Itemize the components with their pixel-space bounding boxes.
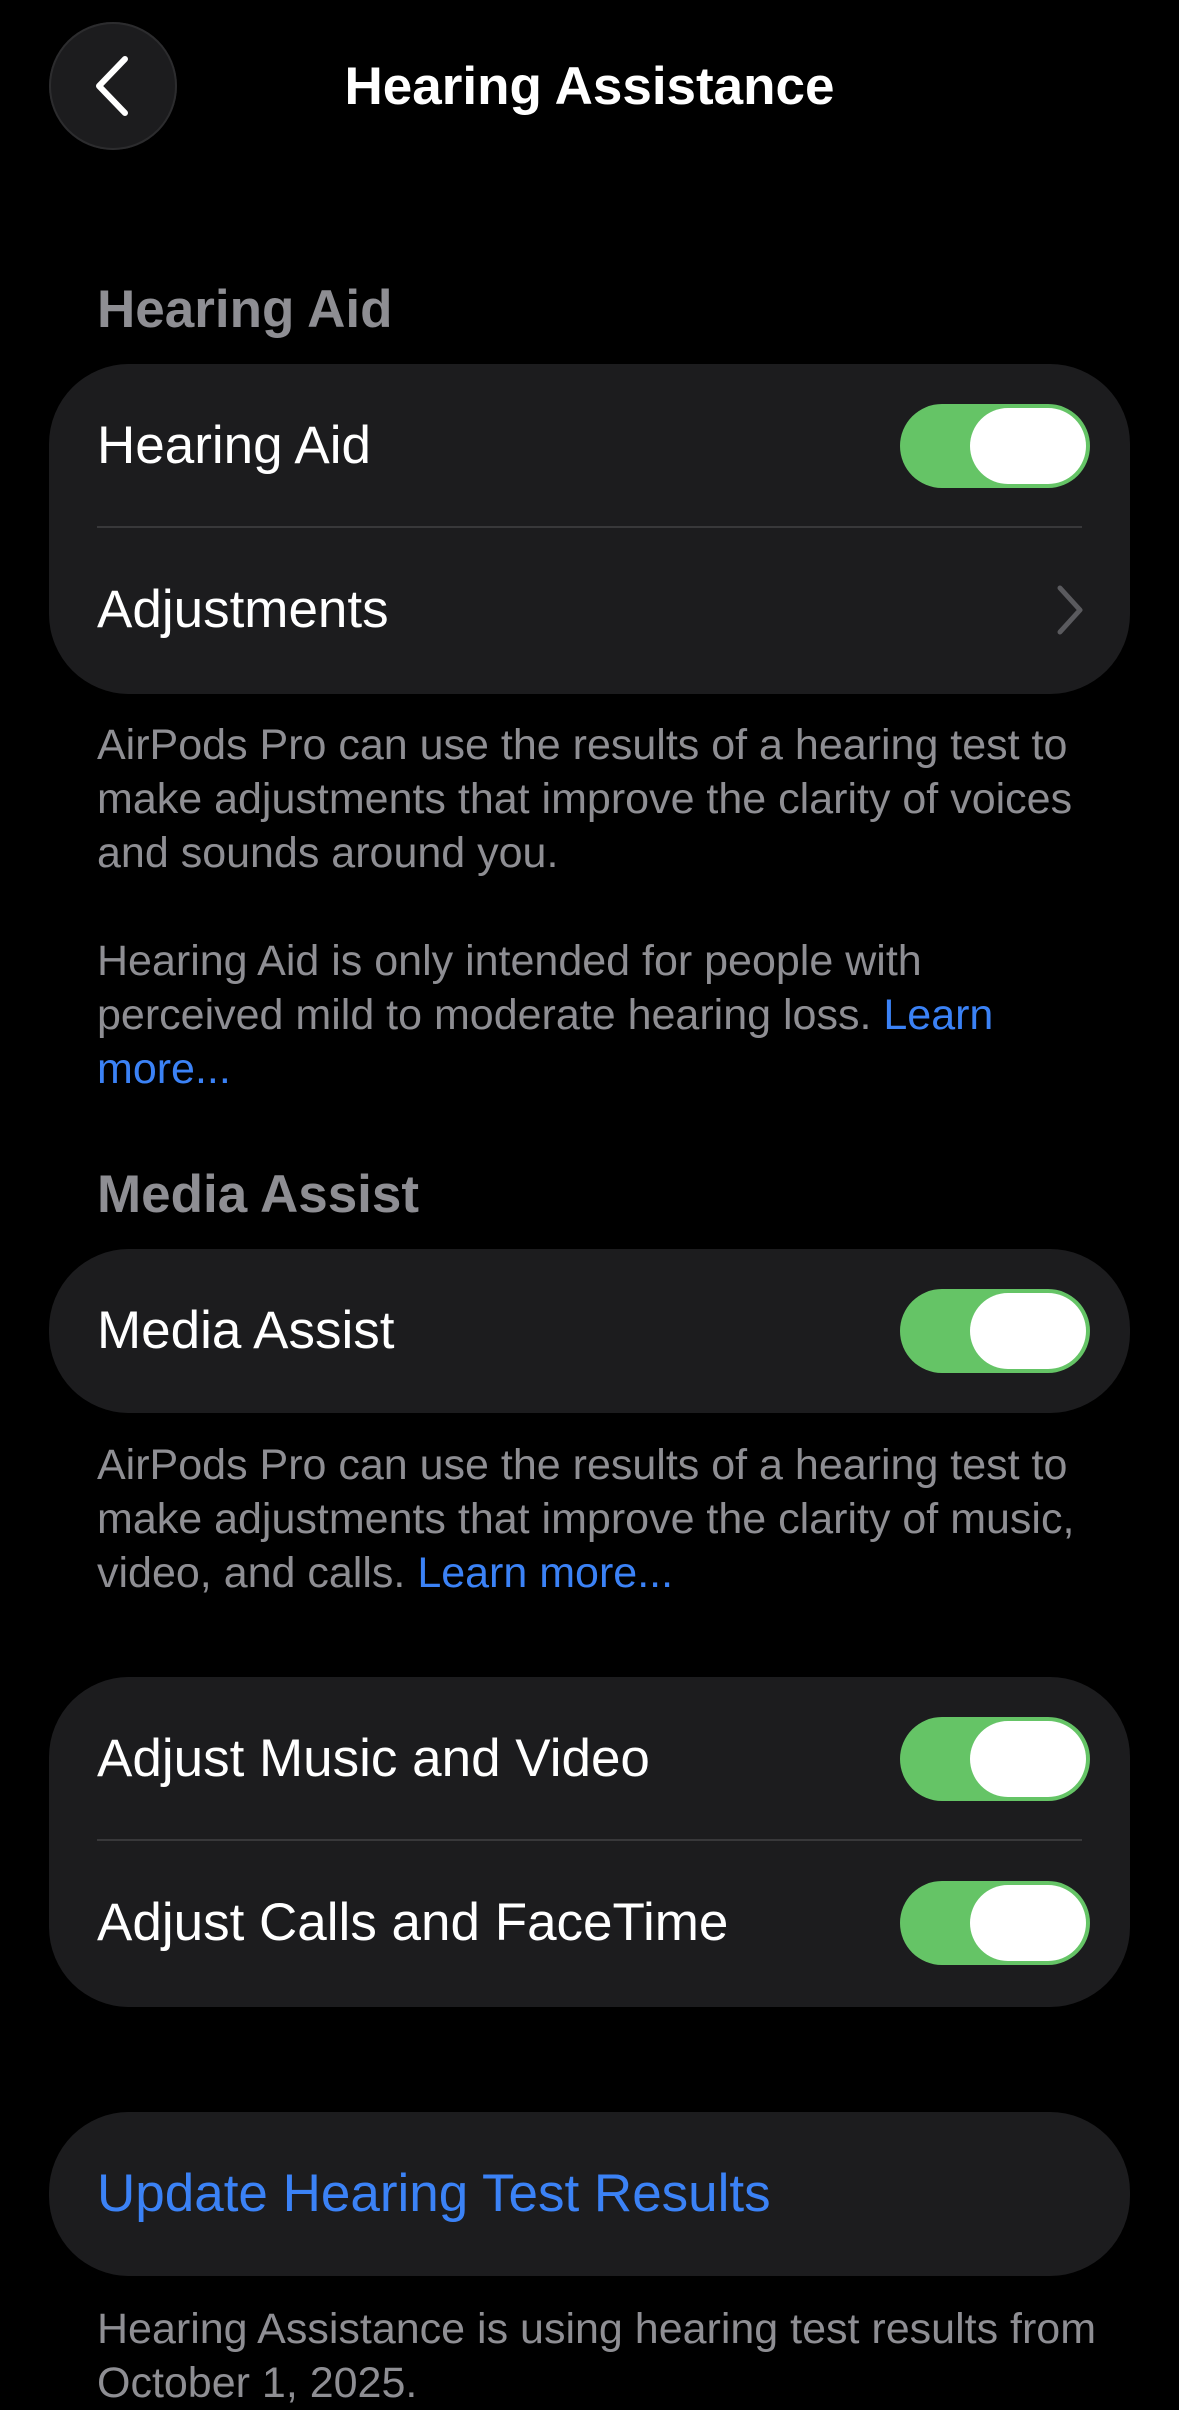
toggle-knob — [970, 1721, 1086, 1797]
hearing-aid-toggle[interactable] — [900, 404, 1090, 488]
media-assist-footnote: AirPods Pro can use the results of a hea… — [97, 1438, 1097, 1600]
toggle-knob — [970, 408, 1086, 484]
adjust-calls-facetime-row: Adjust Calls and FaceTime — [49, 1841, 1130, 2005]
page-title: Hearing Assistance — [344, 57, 835, 116]
adjustments-label: Adjustments — [97, 580, 389, 639]
update-hearing-test-card: Update Hearing Test Results — [49, 2112, 1130, 2276]
chevron-right-icon — [1057, 585, 1083, 635]
media-assist-card: Media Assist — [49, 1249, 1130, 1413]
navigation-bar: Hearing Assistance — [0, 0, 1179, 175]
update-footnote: Hearing Assistance is using hearing test… — [97, 2305, 1097, 2407]
hearing-aid-footnote: AirPods Pro can use the results of a hea… — [97, 718, 1097, 1096]
media-assist-footnote-para: AirPods Pro can use the results of a hea… — [97, 1438, 1097, 1600]
hearing-aid-footnote-1: AirPods Pro can use the results of a hea… — [97, 721, 1073, 877]
hearing-aid-card: Hearing Aid Adjustments — [49, 364, 1130, 694]
media-assist-toggle[interactable] — [900, 1289, 1090, 1373]
adjust-calls-facetime-label: Adjust Calls and FaceTime — [97, 1893, 729, 1952]
adjust-music-video-toggle[interactable] — [900, 1717, 1090, 1801]
hearing-aid-row: Hearing Aid — [49, 364, 1130, 528]
toggle-knob — [970, 1293, 1086, 1369]
update-hearing-test-button[interactable]: Update Hearing Test Results — [49, 2112, 1130, 2276]
hearing-aid-label: Hearing Aid — [97, 416, 372, 475]
section-header-media-assist: Media Assist — [97, 1165, 420, 1224]
hearing-aid-footnote-2-text: Hearing Aid is only intended for people … — [97, 937, 922, 1039]
adjust-calls-facetime-toggle[interactable] — [900, 1881, 1090, 1965]
adjustments-row[interactable]: Adjustments — [49, 528, 1130, 692]
adjust-card: Adjust Music and Video Adjust Calls and … — [49, 1677, 1130, 2007]
adjust-music-video-label: Adjust Music and Video — [97, 1729, 650, 1788]
media-assist-row: Media Assist — [49, 1249, 1130, 1413]
toggle-knob — [970, 1885, 1086, 1961]
learn-more-link[interactable]: Learn more... — [417, 1549, 673, 1597]
update-hearing-test-label: Update Hearing Test Results — [97, 2164, 771, 2223]
hearing-aid-footnote-2: Hearing Aid is only intended for people … — [97, 934, 1097, 1096]
adjust-music-video-row: Adjust Music and Video — [49, 1677, 1130, 1841]
section-header-hearing-aid: Hearing Aid — [97, 280, 393, 339]
media-assist-label: Media Assist — [97, 1301, 395, 1360]
